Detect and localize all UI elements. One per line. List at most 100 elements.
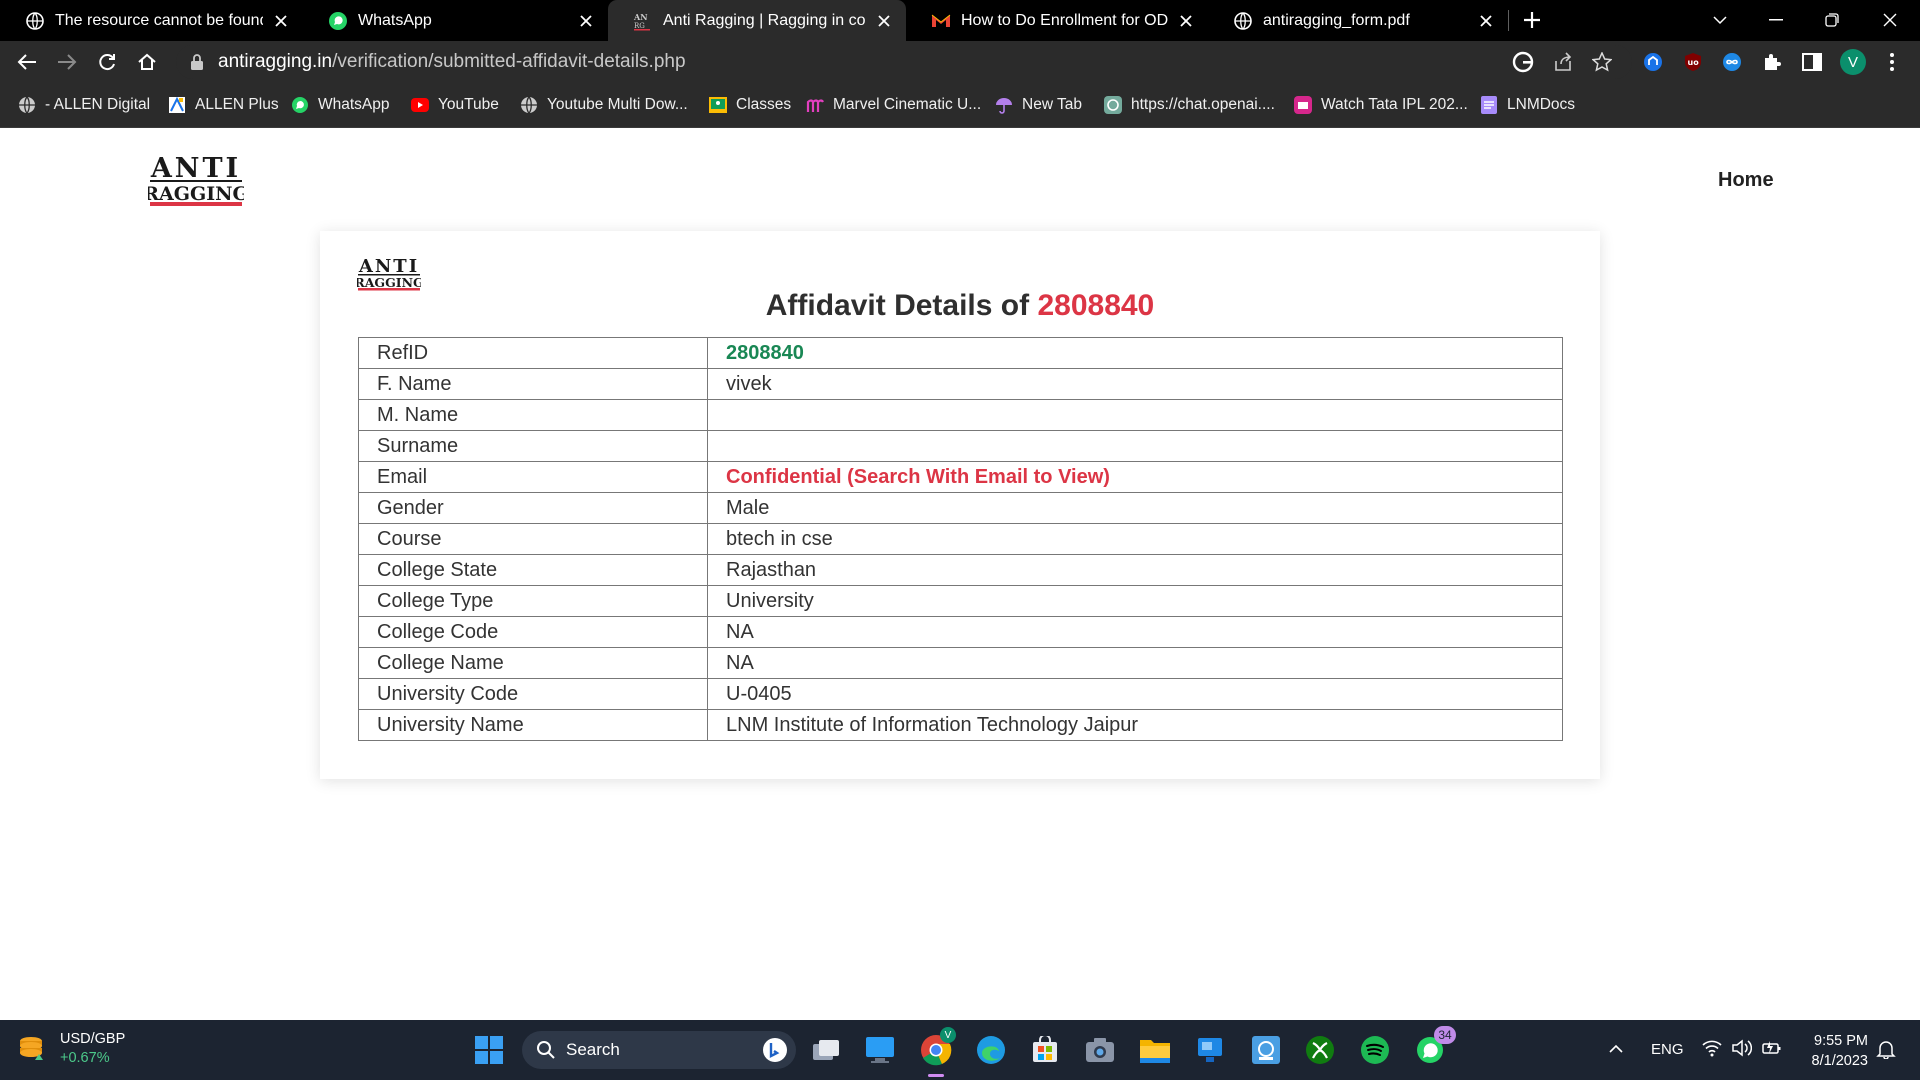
- field-value: NA: [707, 647, 1563, 679]
- site-logo[interactable]: ANTI RAGGING: [143, 153, 249, 207]
- remote-desktop-icon[interactable]: [1190, 1030, 1230, 1070]
- table-row: College Code NA: [358, 616, 1563, 648]
- restore-button[interactable]: [1814, 6, 1850, 34]
- openai-icon: [1104, 96, 1122, 114]
- bookmark-marvel[interactable]: Marvel Cinematic U...: [806, 94, 981, 116]
- tab-separator: [1508, 10, 1509, 31]
- ublock-origin-icon[interactable]: uo: [1681, 50, 1705, 74]
- volume-icon[interactable]: [1732, 1039, 1753, 1061]
- tab-resource-not-found[interactable]: The resource cannot be found.: [0, 0, 303, 41]
- field-label: College Type: [358, 585, 708, 617]
- close-icon[interactable]: [874, 11, 894, 31]
- extensions-puzzle-icon[interactable]: [1760, 50, 1784, 74]
- search-icon: [536, 1040, 556, 1060]
- bookmark-allen-digital[interactable]: - ALLEN Digital: [18, 94, 150, 116]
- close-icon[interactable]: [1476, 11, 1496, 31]
- file-explorer-icon[interactable]: [1135, 1030, 1175, 1070]
- address-bar[interactable]: antiragging.in/verification/submitted-af…: [176, 45, 1632, 79]
- battery-icon[interactable]: [1762, 1039, 1782, 1061]
- menu-kebab-icon[interactable]: [1880, 50, 1904, 74]
- bookmark-star-icon[interactable]: [1590, 50, 1614, 74]
- marvel-icon: [806, 96, 824, 114]
- search-label: Search: [566, 1040, 620, 1059]
- bookmark-label: Marvel Cinematic U...: [833, 96, 982, 113]
- forward-button[interactable]: [54, 49, 80, 75]
- globe-icon: [25, 11, 45, 31]
- bookmark-whatsapp[interactable]: WhatsApp: [291, 94, 390, 116]
- tab-anti-ragging[interactable]: ANRG Anti Ragging | Ragging in college: [608, 0, 906, 41]
- microsoft-store-icon[interactable]: [1025, 1030, 1065, 1070]
- google-lens-icon[interactable]: [1511, 50, 1535, 74]
- language-indicator[interactable]: ENG: [1651, 1041, 1684, 1058]
- tab-antiragging-pdf[interactable]: antiragging_form.pdf: [1208, 0, 1508, 41]
- bookmark-new-tab[interactable]: New Tab: [995, 94, 1082, 116]
- bookmark-youtube[interactable]: YouTube: [411, 94, 499, 116]
- bookmark-label: Youtube Multi Dow...: [547, 96, 688, 113]
- jiocinema-icon: [1294, 96, 1312, 114]
- close-icon[interactable]: [576, 11, 596, 31]
- home-button[interactable]: [134, 49, 160, 75]
- tab-search-chevron-down-icon[interactable]: [1702, 6, 1738, 34]
- field-value: btech in cse: [707, 523, 1563, 555]
- notification-center-icon[interactable]: [1876, 1039, 1896, 1063]
- camera-icon[interactable]: [1080, 1030, 1120, 1070]
- wifi-icon[interactable]: [1702, 1039, 1722, 1061]
- page-title: Affidavit Details of 2808840: [320, 289, 1600, 323]
- side-panel-icon[interactable]: [1800, 50, 1824, 74]
- bookmarks-bar: - ALLEN Digital ALLEN Plus WhatsApp YouT…: [0, 82, 1920, 128]
- bookmark-lnmdocs[interactable]: LNMDocs: [1480, 94, 1575, 116]
- close-icon[interactable]: [1176, 11, 1196, 31]
- stock-widget[interactable]: USD/GBP +0.67%: [18, 1030, 125, 1068]
- reload-button[interactable]: [94, 49, 120, 75]
- chrome-icon[interactable]: V: [916, 1027, 956, 1077]
- bookmark-label: YouTube: [438, 96, 499, 113]
- show-hidden-icons-chevron-up-icon[interactable]: [1608, 1041, 1624, 1058]
- bookmark-ipl[interactable]: Watch Tata IPL 202...: [1294, 94, 1468, 116]
- logo-text-top: ANTI: [150, 155, 241, 184]
- close-window-button[interactable]: [1872, 6, 1908, 34]
- close-icon[interactable]: [271, 11, 291, 31]
- bookmark-label: LNMDocs: [1507, 96, 1576, 113]
- profile-avatar[interactable]: V: [1839, 48, 1867, 76]
- field-label: F. Name: [358, 368, 708, 400]
- xbox-icon[interactable]: [1300, 1030, 1340, 1070]
- coins-icon: [18, 1032, 48, 1067]
- notification-badge: 34: [1434, 1026, 1456, 1044]
- svg-text:RG: RG: [634, 22, 645, 30]
- edge-icon[interactable]: [971, 1030, 1011, 1070]
- minimize-button[interactable]: [1758, 6, 1794, 34]
- tab-gmail[interactable]: How to Do Enrollment for ODD S: [906, 0, 1208, 41]
- field-label: M. Name: [358, 399, 708, 431]
- bookmark-youtube-multi-downloader[interactable]: Youtube Multi Dow...: [520, 94, 688, 116]
- bookmark-chat-openai[interactable]: https://chat.openai....: [1104, 94, 1275, 116]
- back-button[interactable]: [14, 49, 40, 75]
- photos-app-icon[interactable]: [1246, 1030, 1286, 1070]
- nav-home-link[interactable]: Home: [1718, 169, 1774, 192]
- field-value: Rajasthan: [707, 554, 1563, 586]
- bookmark-label: WhatsApp: [318, 96, 390, 113]
- spotify-icon[interactable]: [1355, 1030, 1395, 1070]
- tab-whatsapp[interactable]: WhatsApp: [303, 0, 608, 41]
- affidavit-details-table: RefID 2808840 F. Name vivek M. Name Surname Em…: [358, 337, 1563, 741]
- system-clock[interactable]: 9:55 PM 8/1/2023: [1800, 1031, 1868, 1071]
- bookmark-classes[interactable]: Classes: [709, 94, 791, 116]
- widgets-icon[interactable]: [860, 1030, 900, 1070]
- lock-icon[interactable]: [190, 54, 204, 70]
- bookmark-allen-plus[interactable]: ALLEN Plus: [168, 94, 279, 116]
- field-value: Male: [707, 492, 1563, 524]
- extension-blue-icon[interactable]: [1641, 50, 1665, 74]
- whatsapp-icon: [328, 11, 348, 31]
- bookmark-label: ALLEN Plus: [195, 96, 279, 113]
- whatsapp-taskbar-icon[interactable]: 34: [1410, 1026, 1456, 1070]
- share-icon[interactable]: [1551, 50, 1575, 74]
- task-view-icon[interactable]: [806, 1030, 846, 1070]
- table-row: M. Name: [358, 399, 1563, 431]
- bookmark-label: Watch Tata IPL 202...: [1321, 96, 1468, 113]
- new-tab-button[interactable]: [1520, 8, 1544, 32]
- infinity-extension-icon[interactable]: [1720, 50, 1744, 74]
- start-button[interactable]: [469, 1030, 509, 1070]
- taskbar-search-box[interactable]: Search: [522, 1031, 796, 1069]
- table-row: University Code U-0405: [358, 678, 1563, 710]
- active-app-indicator: [928, 1074, 944, 1077]
- field-value: LNM Institute of Information Technology …: [707, 709, 1563, 741]
